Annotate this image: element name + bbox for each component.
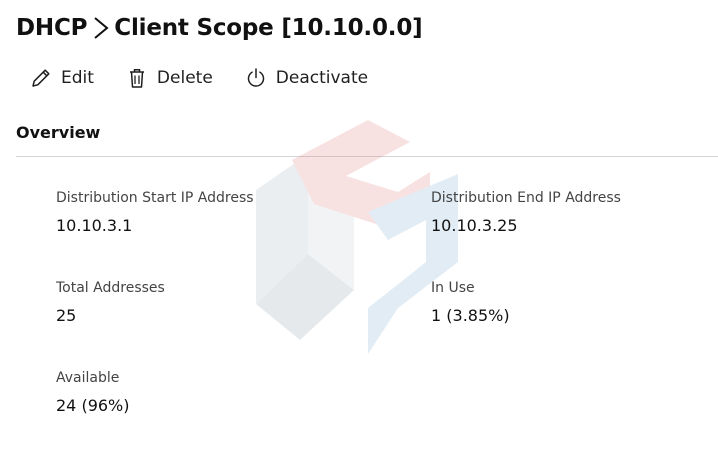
distribution-start-field: Distribution Start IP Address 10.10.3.1 [56,190,254,235]
chevron-right-icon [92,15,110,41]
pencil-icon [30,67,52,89]
delete-button[interactable]: Delete [126,62,213,94]
in-use-field: In Use 1 (3.85%) [431,280,510,325]
trash-icon [126,67,148,89]
breadcrumb-parent[interactable]: DHCP [16,15,87,41]
deactivate-button[interactable]: Deactivate [245,62,368,94]
power-icon [245,67,267,89]
edit-label: Edit [61,68,94,88]
breadcrumb: DHCP Client Scope [10.10.0.0] [16,10,423,46]
field-value: 24 (96%) [56,396,130,415]
available-field: Available 24 (96%) [56,370,130,415]
field-label: Distribution End IP Address [431,190,621,206]
breadcrumb-current: Client Scope [10.10.0.0] [114,15,423,41]
field-label: Distribution Start IP Address [56,190,254,206]
toolbar: Edit Delete Deactivate [30,62,368,94]
field-label: Total Addresses [56,280,165,296]
field-label: Available [56,370,120,386]
total-addresses-field: Total Addresses 25 [56,280,165,325]
field-label: In Use [431,280,475,296]
field-value: 1 (3.85%) [431,306,510,325]
distribution-end-field: Distribution End IP Address 10.10.3.25 [431,190,621,235]
overview-heading: Overview [16,123,101,142]
field-value: 10.10.3.25 [431,216,518,235]
delete-label: Delete [156,68,213,88]
field-value: 10.10.3.1 [56,216,133,235]
field-value: 25 [56,306,77,325]
edit-button[interactable]: Edit [30,62,94,94]
deactivate-label: Deactivate [275,68,369,88]
